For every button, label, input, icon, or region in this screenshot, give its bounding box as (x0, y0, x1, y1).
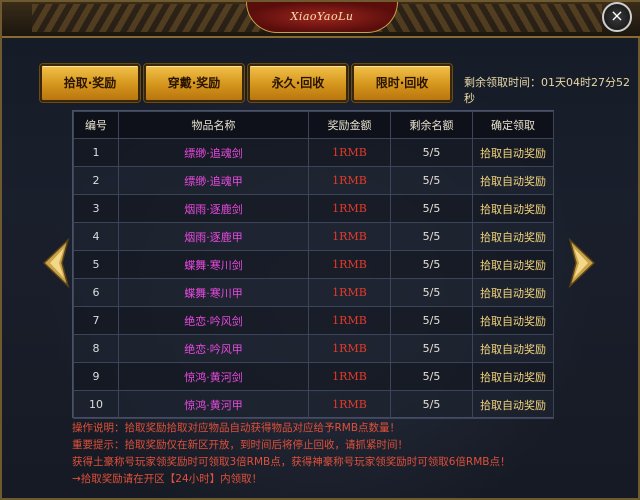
countdown-text: 剩余领取时间：01天04时27分52秒 (464, 76, 630, 105)
row-remaining: 5/5 (390, 194, 473, 223)
row-remaining: 5/5 (390, 278, 473, 307)
claim-button[interactable]: 拾取自动奖励 (472, 390, 554, 419)
row-remaining: 5/5 (390, 334, 473, 363)
claim-button[interactable]: 拾取自动奖励 (472, 194, 554, 223)
tab-pickup-reward[interactable]: 拾取·奖励 (40, 64, 140, 102)
row-remaining: 5/5 (390, 362, 473, 391)
arrow-left-icon[interactable] (42, 238, 70, 288)
notes-section: 操作说明：拾取奖励拾取对应物品自动获得物品对应给予RMB点数量！ 重要提示：拾取… (72, 420, 612, 488)
claim-button[interactable]: 拾取自动奖励 (472, 222, 554, 251)
row-item-name: 蝶舞·寒川甲 (118, 278, 309, 307)
row-remaining: 5/5 (390, 390, 473, 419)
row-id: 1 (73, 138, 119, 167)
table-row: 2 缥缈·追魂甲 1RMB 5/5 拾取自动奖励 (73, 166, 554, 195)
reward-table: 编号 物品名称 奖励金额 剩余名额 确定领取 1 缥缈·追魂剑 1RMB 5/5… (73, 111, 554, 419)
row-item-name: 蝶舞·寒川剑 (118, 250, 309, 279)
ornament-wing-left (32, 4, 262, 32)
row-id: 2 (73, 166, 119, 195)
table-row: 6 蝶舞·寒川甲 1RMB 5/5 拾取自动奖励 (73, 278, 554, 307)
table-row: 10 惊鸿·黄河甲 1RMB 5/5 拾取自动奖励 (73, 390, 554, 419)
reward-table-frame: 编号 物品名称 奖励金额 剩余名额 确定领取 1 缥缈·追魂剑 1RMB 5/5… (72, 110, 554, 419)
header-claim: 确定领取 (472, 111, 554, 139)
table-row: 3 烟雨·逐鹿剑 1RMB 5/5 拾取自动奖励 (73, 194, 554, 223)
row-item-name: 缥缈·追魂剑 (118, 138, 309, 167)
tab-permanent-recycle[interactable]: 永久·回收 (248, 64, 348, 102)
row-id: 7 (73, 306, 119, 335)
table-header-row: 编号 物品名称 奖励金额 剩余名额 确定领取 (73, 111, 554, 139)
row-amount: 1RMB (308, 250, 391, 279)
row-id: 3 (73, 194, 119, 223)
row-remaining: 5/5 (390, 166, 473, 195)
row-amount: 1RMB (308, 362, 391, 391)
row-amount: 1RMB (308, 138, 391, 167)
claim-button[interactable]: 拾取自动奖励 (472, 362, 554, 391)
claim-button[interactable]: 拾取自动奖励 (472, 138, 554, 167)
row-remaining: 5/5 (390, 306, 473, 335)
claim-button[interactable]: 拾取自动奖励 (472, 278, 554, 307)
row-id: 9 (73, 362, 119, 391)
logo-badge: XiaoYaoLu (246, 2, 398, 33)
claim-button[interactable]: 拾取自动奖励 (472, 166, 554, 195)
header-amount: 奖励金额 (308, 111, 391, 139)
row-remaining: 5/5 (390, 250, 473, 279)
claim-button[interactable]: 拾取自动奖励 (472, 334, 554, 363)
row-id: 4 (73, 222, 119, 251)
table-row: 9 惊鸿·黄河剑 1RMB 5/5 拾取自动奖励 (73, 362, 554, 391)
row-amount: 1RMB (308, 306, 391, 335)
row-amount: 1RMB (308, 166, 391, 195)
claim-button[interactable]: 拾取自动奖励 (472, 250, 554, 279)
row-item-name: 烟雨·逐鹿甲 (118, 222, 309, 251)
row-id: 10 (73, 390, 119, 419)
row-amount: 1RMB (308, 222, 391, 251)
ornament-wing-right (372, 4, 602, 32)
row-item-name: 绝恋·吟风剑 (118, 306, 309, 335)
row-item-name: 烟雨·逐鹿剑 (118, 194, 309, 223)
row-item-name: 缥缈·追魂甲 (118, 166, 309, 195)
note-title-bonus: 获得土豪称号玩家领奖励时可领取3倍RMB点，获得神豪称号玩家领奖励时可领取6倍R… (72, 456, 511, 468)
note-instructions: 操作说明：拾取奖励拾取对应物品自动获得物品对应给予RMB点数量！ (72, 422, 401, 434)
table-row: 5 蝶舞·寒川剑 1RMB 5/5 拾取自动奖励 (73, 250, 554, 279)
header-item-name: 物品名称 (118, 111, 309, 139)
table-row: 7 绝恋·吟风剑 1RMB 5/5 拾取自动奖励 (73, 306, 554, 335)
tab-limited-recycle[interactable]: 限时·回收 (352, 64, 452, 102)
row-item-name: 绝恋·吟风甲 (118, 334, 309, 363)
table-row: 1 缥缈·追魂剑 1RMB 5/5 拾取自动奖励 (73, 138, 554, 167)
row-id: 5 (73, 250, 119, 279)
row-item-name: 惊鸿·黄河剑 (118, 362, 309, 391)
table-row: 4 烟雨·逐鹿甲 1RMB 5/5 拾取自动奖励 (73, 222, 554, 251)
arrow-right-icon[interactable] (568, 238, 596, 288)
logo-text: XiaoYaoLu (290, 10, 354, 23)
row-amount: 1RMB (308, 390, 391, 419)
row-remaining: 5/5 (390, 222, 473, 251)
row-amount: 1RMB (308, 278, 391, 307)
note-important: 重要提示：拾取奖励仅在新区开放，到时间后将停止回收，请抓紧时间！ (72, 439, 408, 451)
row-remaining: 5/5 (390, 138, 473, 167)
row-amount: 1RMB (308, 334, 391, 363)
header-remaining: 剩余名额 (390, 111, 473, 139)
claim-button[interactable]: 拾取自动奖励 (472, 306, 554, 335)
reward-panel: XiaoYaoLu × 拾取·奖励 穿戴·奖励 永久·回收 限时·回收 剩余领取… (0, 0, 640, 500)
row-amount: 1RMB (308, 194, 391, 223)
tab-wear-reward[interactable]: 穿戴·奖励 (144, 64, 244, 102)
row-id: 8 (73, 334, 119, 363)
header-id: 编号 (73, 111, 119, 139)
top-ornament: XiaoYaoLu (2, 2, 640, 38)
row-id: 6 (73, 278, 119, 307)
table-row: 8 绝恋·吟风甲 1RMB 5/5 拾取自动奖励 (73, 334, 554, 363)
row-item-name: 惊鸿·黄河甲 (118, 390, 309, 419)
note-deadline: →拾取奖励请在开区【24小时】内领取！ (72, 473, 263, 485)
close-icon[interactable]: × (602, 2, 632, 32)
